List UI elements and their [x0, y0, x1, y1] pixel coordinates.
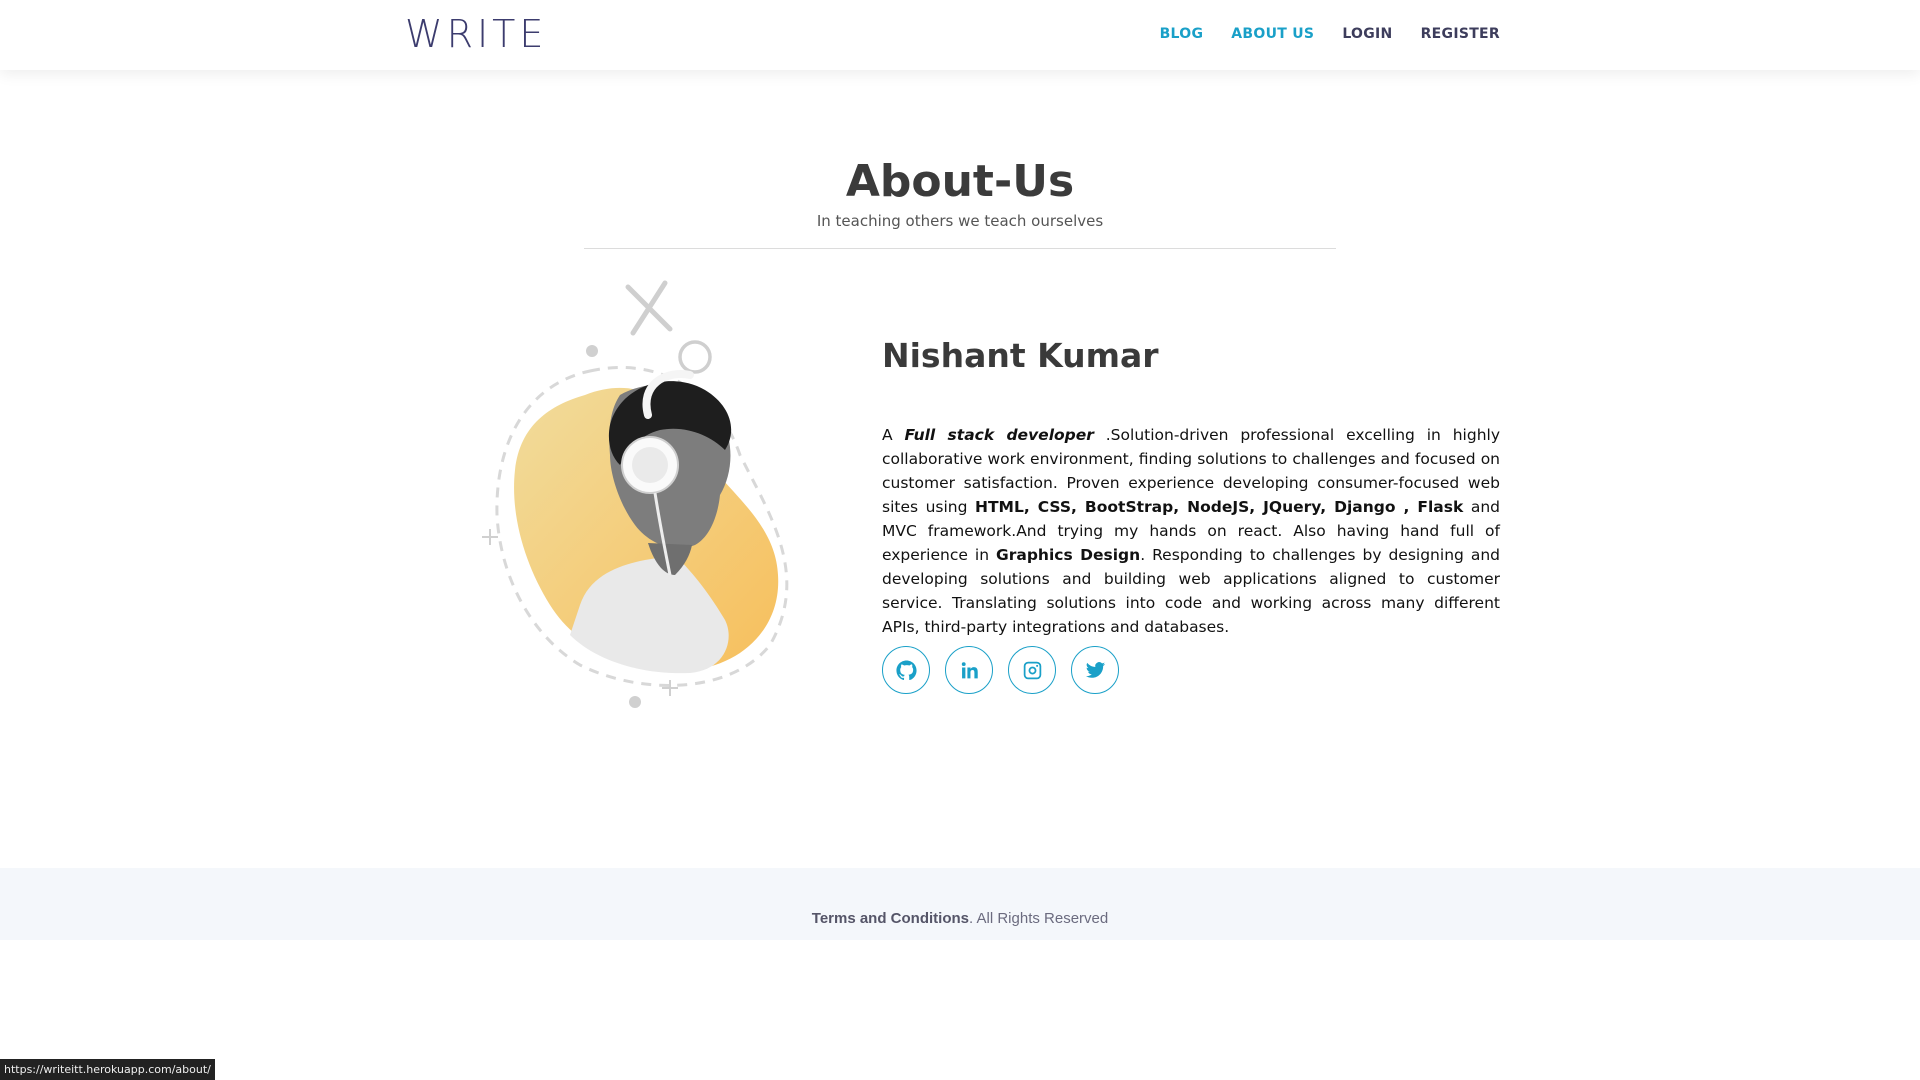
- decor-cross-icon: [625, 280, 673, 336]
- bio-design: Graphics Design: [996, 546, 1141, 564]
- page-subtitle: In teaching others we teach ourselves: [816, 212, 1104, 230]
- github-button[interactable]: [882, 646, 930, 694]
- twitter-icon: [1085, 661, 1105, 678]
- nav-link-blog[interactable]: BLOG: [1160, 26, 1204, 42]
- page-title: About-Us: [845, 156, 1075, 207]
- instagram-icon: [1023, 661, 1041, 679]
- twitter-button[interactable]: [1071, 646, 1119, 694]
- nav-link-about-us[interactable]: ABOUT US: [1231, 26, 1314, 42]
- site-logo[interactable]: WRITE: [405, 12, 547, 56]
- decor-dot-icon: [586, 345, 598, 357]
- profile-illustration: [470, 275, 830, 715]
- linkedin-button[interactable]: [945, 646, 993, 694]
- browser-status-url: https://writeitt.herokuapp.com/about/: [0, 1059, 215, 1080]
- instagram-button[interactable]: [1008, 646, 1056, 694]
- decor-circle-icon: [678, 340, 712, 374]
- github-icon: [895, 659, 917, 680]
- top-navbar: WRITE BLOG ABOUT US LOGIN REGISTER: [0, 0, 1920, 70]
- rights-text: . All Rights Reserved: [969, 910, 1109, 927]
- bio-skills: HTML, CSS, BootStrap, NodeJS, JQuery, Dj…: [975, 498, 1464, 516]
- title-divider: [584, 248, 1336, 249]
- nav-link-login[interactable]: LOGIN: [1342, 26, 1392, 42]
- footer-text: Terms and Conditions. All Rights Reserve…: [0, 910, 1920, 927]
- footer: Terms and Conditions. All Rights Reserve…: [0, 868, 1920, 940]
- terms-link[interactable]: Terms and Conditions: [812, 910, 969, 927]
- decor-dot-icon: [629, 696, 641, 708]
- bio-role: Full stack developer: [904, 426, 1094, 444]
- linkedin-icon: [961, 661, 978, 678]
- main-nav: BLOG ABOUT US LOGIN REGISTER: [1132, 26, 1500, 42]
- social-links: [882, 646, 1119, 694]
- bio-text: A: [882, 426, 905, 444]
- profile-name: Nishant Kumar: [882, 336, 1159, 375]
- nav-link-register[interactable]: REGISTER: [1421, 26, 1500, 42]
- profile-bio: A Full stack developer .Solution-driven …: [882, 423, 1500, 639]
